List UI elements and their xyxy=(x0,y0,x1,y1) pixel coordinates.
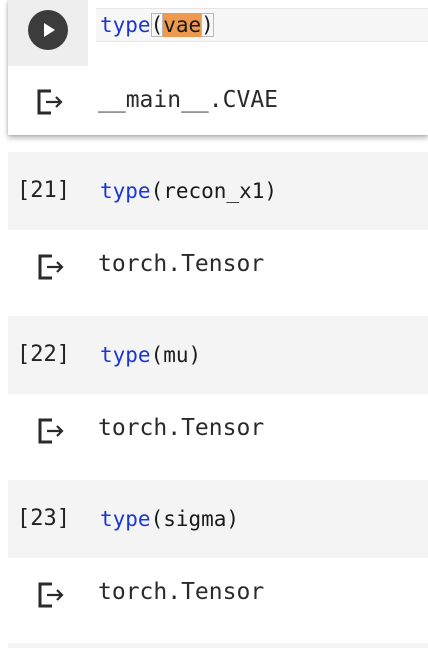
cell-output: torch.Tensor xyxy=(98,251,265,277)
code-close-paren: ) xyxy=(201,13,214,37)
execution-count: [22] xyxy=(17,342,70,367)
play-icon xyxy=(44,23,55,37)
next-code-cell-input[interactable] xyxy=(8,643,428,648)
code-arguments: (recon_x1) xyxy=(150,179,278,203)
code-editor[interactable]: type(vae) xyxy=(96,8,428,42)
output-arrow-icon xyxy=(38,254,64,280)
output-arrow-icon xyxy=(38,582,64,608)
execution-count: [21] xyxy=(17,178,70,203)
code-arguments: (mu) xyxy=(150,343,202,367)
execution-count: [23] xyxy=(17,506,70,531)
run-cell-button[interactable] xyxy=(28,10,68,50)
code-keyword: type xyxy=(100,13,151,37)
code-cell-input[interactable]: [23] type(sigma) xyxy=(8,480,428,558)
code-cell-input[interactable]: [21] type(recon_x1) xyxy=(8,152,428,230)
cell-gutter xyxy=(8,0,88,66)
code-cell-input[interactable]: [22] type(mu) xyxy=(8,316,428,394)
code-keyword: type xyxy=(100,179,151,203)
output-arrow-icon xyxy=(38,418,64,444)
active-code-cell[interactable]: type(vae) __main__.CVAE xyxy=(8,0,428,135)
code-keyword: type xyxy=(100,343,151,367)
cell-output: torch.Tensor xyxy=(98,579,265,605)
code-keyword: type xyxy=(100,507,151,531)
code-arguments: (sigma) xyxy=(150,507,240,531)
code-line: type(sigma) xyxy=(100,505,239,533)
cell-output: __main__.CVAE xyxy=(98,87,279,113)
output-arrow-icon xyxy=(37,89,63,115)
cell-output: torch.Tensor xyxy=(98,415,265,441)
code-open-paren: ( xyxy=(150,13,164,37)
code-argument-highlighted: vae xyxy=(163,13,202,37)
code-line: type(mu) xyxy=(100,341,201,369)
code-line: type(vae) xyxy=(100,11,214,39)
code-line: type(recon_x1) xyxy=(100,177,277,205)
